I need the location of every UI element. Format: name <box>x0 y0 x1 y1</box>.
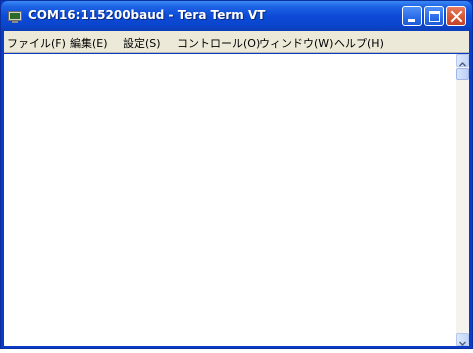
minimize-button[interactable] <box>402 6 422 26</box>
maximize-button[interactable] <box>424 6 444 26</box>
maximize-icon <box>429 11 440 22</box>
menu-edit[interactable]: 編集(E) <box>70 35 108 51</box>
menu-help[interactable]: ヘルプ(H) <box>334 35 384 51</box>
close-button[interactable] <box>446 6 466 26</box>
minimize-icon <box>408 19 415 22</box>
menu-window[interactable]: ウィンドウ(W) <box>259 35 333 51</box>
terminal-window: COM16:115200baud - Tera Term VT ファイル(F) … <box>0 0 473 349</box>
close-icon <box>450 10 463 23</box>
menu-file[interactable]: ファイル(F) <box>7 35 66 51</box>
menu-control[interactable]: コントロール(O) <box>177 35 260 51</box>
tera-term-icon[interactable] <box>8 9 22 23</box>
title-bar[interactable]: COM16:115200baud - Tera Term VT <box>1 1 472 31</box>
scroll-down-button[interactable] <box>456 333 469 347</box>
arrow-down-icon <box>458 341 467 347</box>
scroll-thumb[interactable] <box>456 68 469 80</box>
menu-divider <box>4 52 469 53</box>
window-title: COM16:115200baud - Tera Term VT <box>28 8 266 22</box>
menu-bar: ファイル(F) 編集(E) 設定(S) コントロール(O) ウィンドウ(W) ヘ… <box>4 31 469 52</box>
scroll-up-button[interactable] <box>456 54 469 67</box>
menu-setup[interactable]: 設定(S) <box>123 35 161 51</box>
vertical-scrollbar[interactable] <box>456 54 469 347</box>
terminal-screen[interactable] <box>4 54 456 346</box>
